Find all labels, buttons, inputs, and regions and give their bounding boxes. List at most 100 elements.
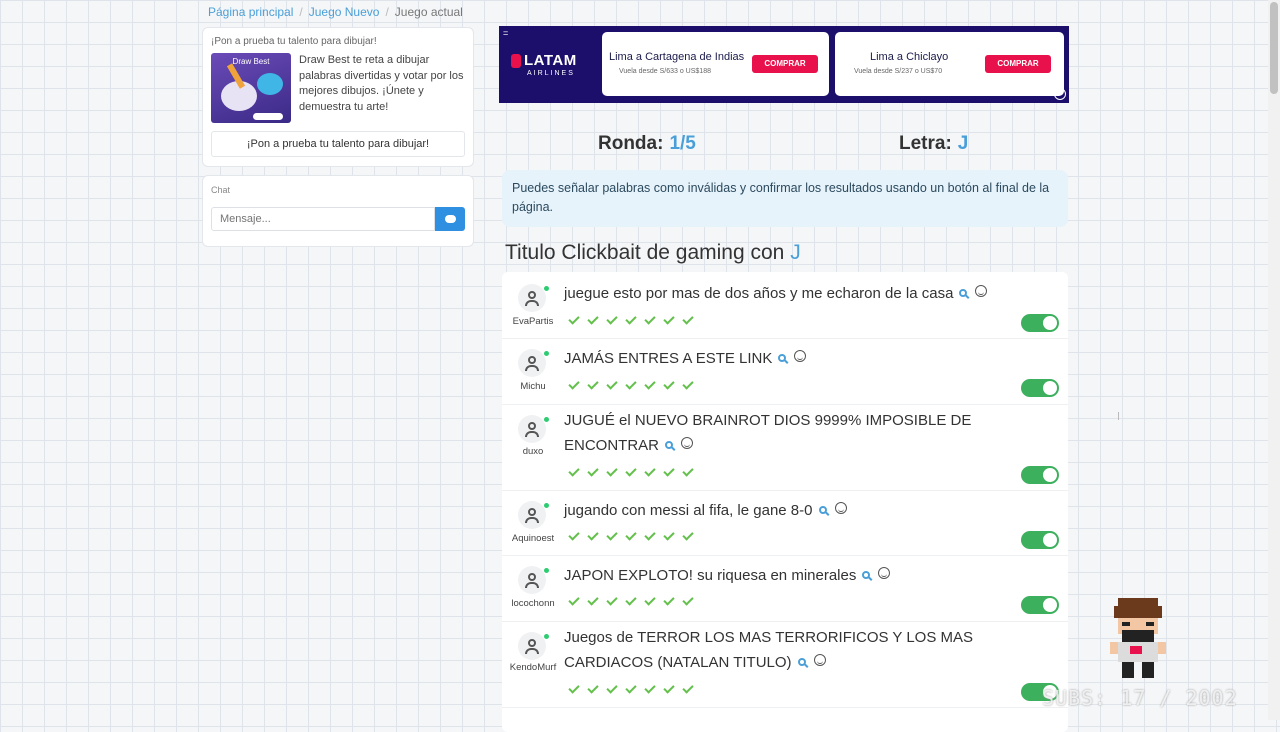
vote-checks [568,530,694,542]
react-emoji-icon[interactable] [681,436,694,449]
offer-price: Vuela desde S/633 o US$188 [619,68,711,75]
search-icon[interactable] [797,657,806,666]
ad-offer-card[interactable]: Lima a Chiclayo Vuela desde S/237 o US$7… [835,32,1064,96]
breadcrumb-separator: / [299,5,303,19]
vote-check-icon [644,466,656,478]
ad-banner[interactable]: = LATAM AIRLINES Lima a Cartagena de Ind… [499,26,1069,103]
vote-check-icon [663,466,675,478]
answer-text: JAPON EXPLOTO! su riquesa en minerales [564,564,1004,589]
answer-words: jugando con messi al fifa, le gane 8-0 [564,502,813,519]
letter-value: J [957,133,969,154]
user-avatar [518,284,546,312]
thumbnail-logo [253,113,283,120]
vote-check-icon [568,314,580,326]
vote-check-icon [568,379,580,391]
search-icon[interactable] [778,354,787,362]
vote-check-icon [606,683,618,695]
info-notice: Puedes señalar palabras como inválidas y… [502,170,1068,227]
vote-checks [568,595,694,607]
react-emoji-icon[interactable] [794,350,807,362]
vote-checks [568,314,694,326]
valid-toggle[interactable] [1021,379,1059,397]
breadcrumb-home-link[interactable]: Página principal [208,5,293,19]
offer-buy-button[interactable]: COMPRAR [752,55,818,73]
chat-message-input[interactable] [211,207,435,231]
promo-description: Draw Best te reta a dibujar palabras div… [299,54,464,113]
online-indicator [544,568,549,573]
vote-check-icon [625,314,637,326]
ad-menu-icon[interactable]: = [503,28,508,38]
vote-check-icon [682,379,694,391]
offer-route: Lima a Chiclayo [870,51,949,63]
vote-check-icon [587,683,599,695]
vote-check-icon [587,379,599,391]
scrollbar-thumb[interactable] [1270,2,1278,94]
valid-toggle[interactable] [1021,596,1059,614]
valid-toggle[interactable] [1021,314,1059,332]
username: Aquinoest [511,533,555,544]
username: locochonn [511,598,555,609]
answer-row: duxo JUGUÉ el NUEVO BRAINROT DIOS 9999% … [502,404,1068,491]
react-emoji-icon[interactable] [878,567,891,579]
answer-words: juegue esto por mas de dos años y me ech… [564,285,954,302]
user-avatar [518,415,546,443]
react-emoji-icon[interactable] [975,285,988,297]
vote-check-icon [625,683,637,695]
vote-check-icon [663,530,675,542]
ad-brand-sub: AIRLINES [527,70,575,77]
pixel-character-overlay [1110,598,1166,678]
online-indicator [544,634,549,639]
breadcrumb-new-game-link[interactable]: Juego Nuevo [309,5,380,19]
breadcrumb: Página principal / Juego Nuevo / Juego actua… [208,5,463,19]
chat-send-button[interactable] [435,207,465,231]
answer-text: Juegos de TERROR LOS MAS TERRORIFICOS Y … [564,626,1004,675]
online-indicator [544,351,549,356]
round-indicator: Ronda: 1/5 [598,133,696,155]
react-emoji-icon[interactable] [813,653,826,666]
subs-counter-watermark: SUBS: 17 / 2002 [1042,686,1238,710]
message-icon [444,215,456,223]
letter-label: Letra: [899,133,952,154]
chat-title: Chat [211,185,231,195]
vote-check-icon [682,595,694,607]
answer-words: JAPON EXPLOTO! su riquesa en minerales [564,567,857,584]
vote-check-icon [587,595,599,607]
ad-info-icon[interactable]: i [1054,88,1066,100]
promo-play-button[interactable]: ¡Pon a prueba tu talento para dibujar! [211,131,465,157]
online-indicator [544,503,549,508]
username: KendoMurf [509,662,557,673]
valid-toggle[interactable] [1021,531,1059,549]
offer-buy-button[interactable]: COMPRAR [985,55,1051,73]
answer-text: juegue esto por mas de dos años y me ech… [564,282,1004,307]
answer-row: Aquinoest jugando con messi al fifa, le … [502,490,1068,556]
mouse-cursor-icon [1118,412,1125,420]
user-avatar [518,349,546,377]
answer-words: JUGUÉ el NUEVO BRAINROT DIOS 9999% IMPOS… [564,412,972,454]
chat-panel: Chat [202,175,474,247]
search-icon[interactable] [665,440,674,449]
vote-check-icon [644,530,656,542]
vote-check-icon [587,314,599,326]
search-icon[interactable] [818,506,827,514]
breadcrumb-separator: / [385,5,389,19]
round-value: 1/5 [669,133,696,154]
answer-text: JAMÁS ENTRES A ESTE LINK [564,347,1004,372]
vote-check-icon [606,595,618,607]
category-letter: J [790,241,801,264]
vote-check-icon [606,379,618,391]
valid-toggle[interactable] [1021,466,1059,484]
search-icon[interactable] [959,289,968,297]
username: duxo [522,446,544,457]
react-emoji-icon[interactable] [834,502,847,514]
vote-check-icon [682,530,694,542]
vote-check-icon [682,683,694,695]
vote-check-icon [606,530,618,542]
page-scrollbar[interactable] [1268,0,1280,720]
vote-check-icon [682,466,694,478]
ad-offer-card[interactable]: Lima a Cartagena de Indias Vuela desde S… [602,32,829,96]
draw-best-thumbnail[interactable]: Draw Best [211,53,291,123]
latam-mark-icon [511,53,521,68]
search-icon[interactable] [862,571,871,579]
vote-check-icon [568,466,580,478]
username: Michu [520,381,546,392]
